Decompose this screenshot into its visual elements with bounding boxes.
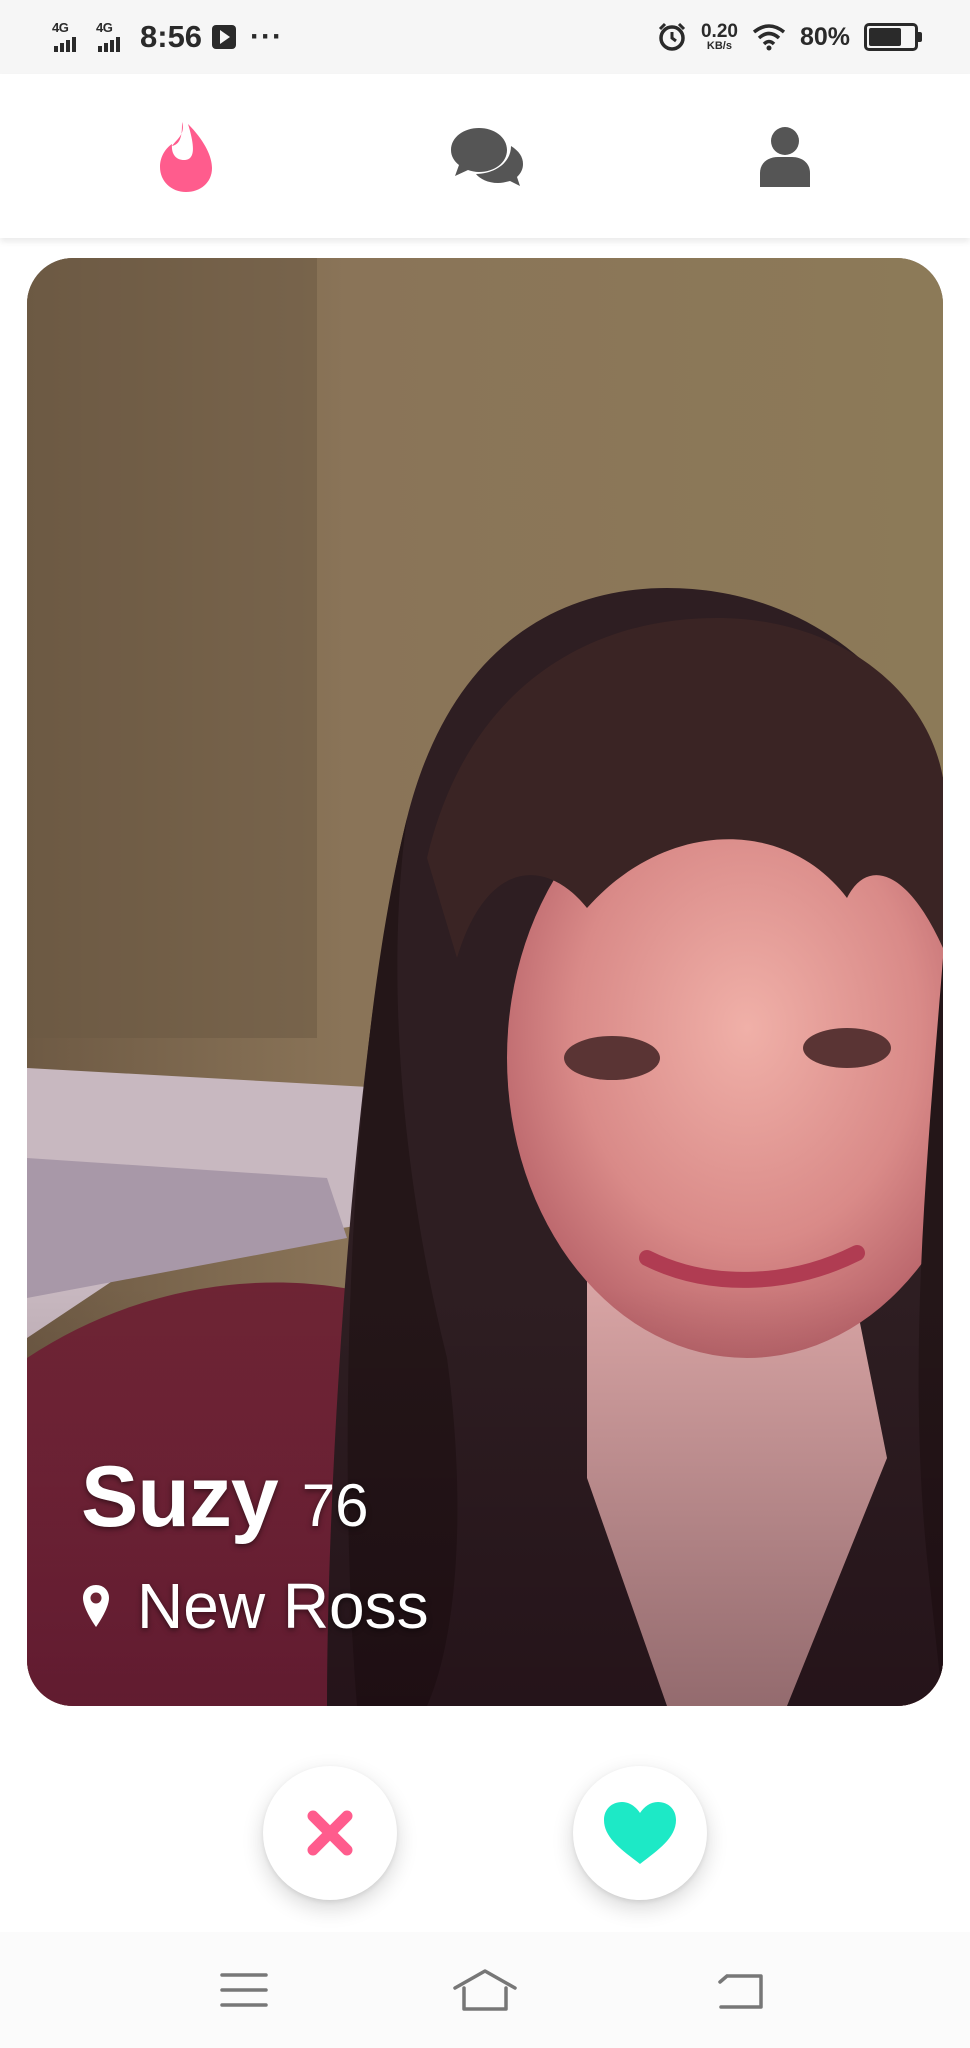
- profile-icon: [760, 127, 810, 187]
- flame-icon: [160, 122, 212, 192]
- close-x-icon: [307, 1810, 353, 1856]
- profile-name: Suzy: [81, 1449, 279, 1545]
- card-info: Suzy 76 New Ross: [81, 1448, 429, 1643]
- menu-button[interactable]: [208, 1960, 280, 2020]
- profile-location: New Ross: [137, 1570, 429, 1642]
- alarm-icon: [658, 22, 686, 51]
- tab-profile[interactable]: [740, 112, 830, 202]
- profile-age: 76: [301, 1472, 369, 1539]
- network-type-label: 4G: [52, 20, 69, 35]
- like-button[interactable]: [573, 1766, 707, 1900]
- home-icon: [453, 1969, 517, 2011]
- media-play-icon: [212, 25, 237, 49]
- status-bar: 4G 4G 8:56 ··· 0.20 KB/s 80%: [0, 0, 970, 74]
- network-type-label: 4G: [96, 20, 113, 35]
- tab-messages[interactable]: [442, 112, 532, 202]
- wifi-icon: [752, 24, 786, 51]
- signal-icon: 4G: [96, 20, 130, 54]
- signal-icon: 4G: [52, 20, 86, 54]
- system-nav-bar: [0, 1932, 970, 2048]
- chat-bubbles-icon: [451, 128, 523, 186]
- top-nav: [0, 74, 970, 238]
- heart-icon: [604, 1802, 676, 1864]
- network-speed: 0.20 KB/s: [701, 22, 738, 52]
- battery-icon: [864, 23, 922, 51]
- profile-card[interactable]: Suzy 76 New Ross: [27, 258, 943, 1706]
- more-notifications-icon: ···: [250, 20, 284, 53]
- status-time: 8:56: [140, 19, 203, 54]
- back-button[interactable]: [704, 1960, 776, 2020]
- map-pin-icon: [83, 1585, 109, 1627]
- menu-icon: [220, 1973, 268, 2007]
- tab-discover[interactable]: [141, 112, 231, 202]
- back-icon: [718, 1974, 763, 2009]
- home-button[interactable]: [449, 1960, 521, 2020]
- network-speed-unit: KB/s: [706, 40, 732, 52]
- dislike-button[interactable]: [263, 1766, 397, 1900]
- battery-percent: 80%: [799, 22, 850, 51]
- network-speed-value: 0.20: [700, 21, 738, 42]
